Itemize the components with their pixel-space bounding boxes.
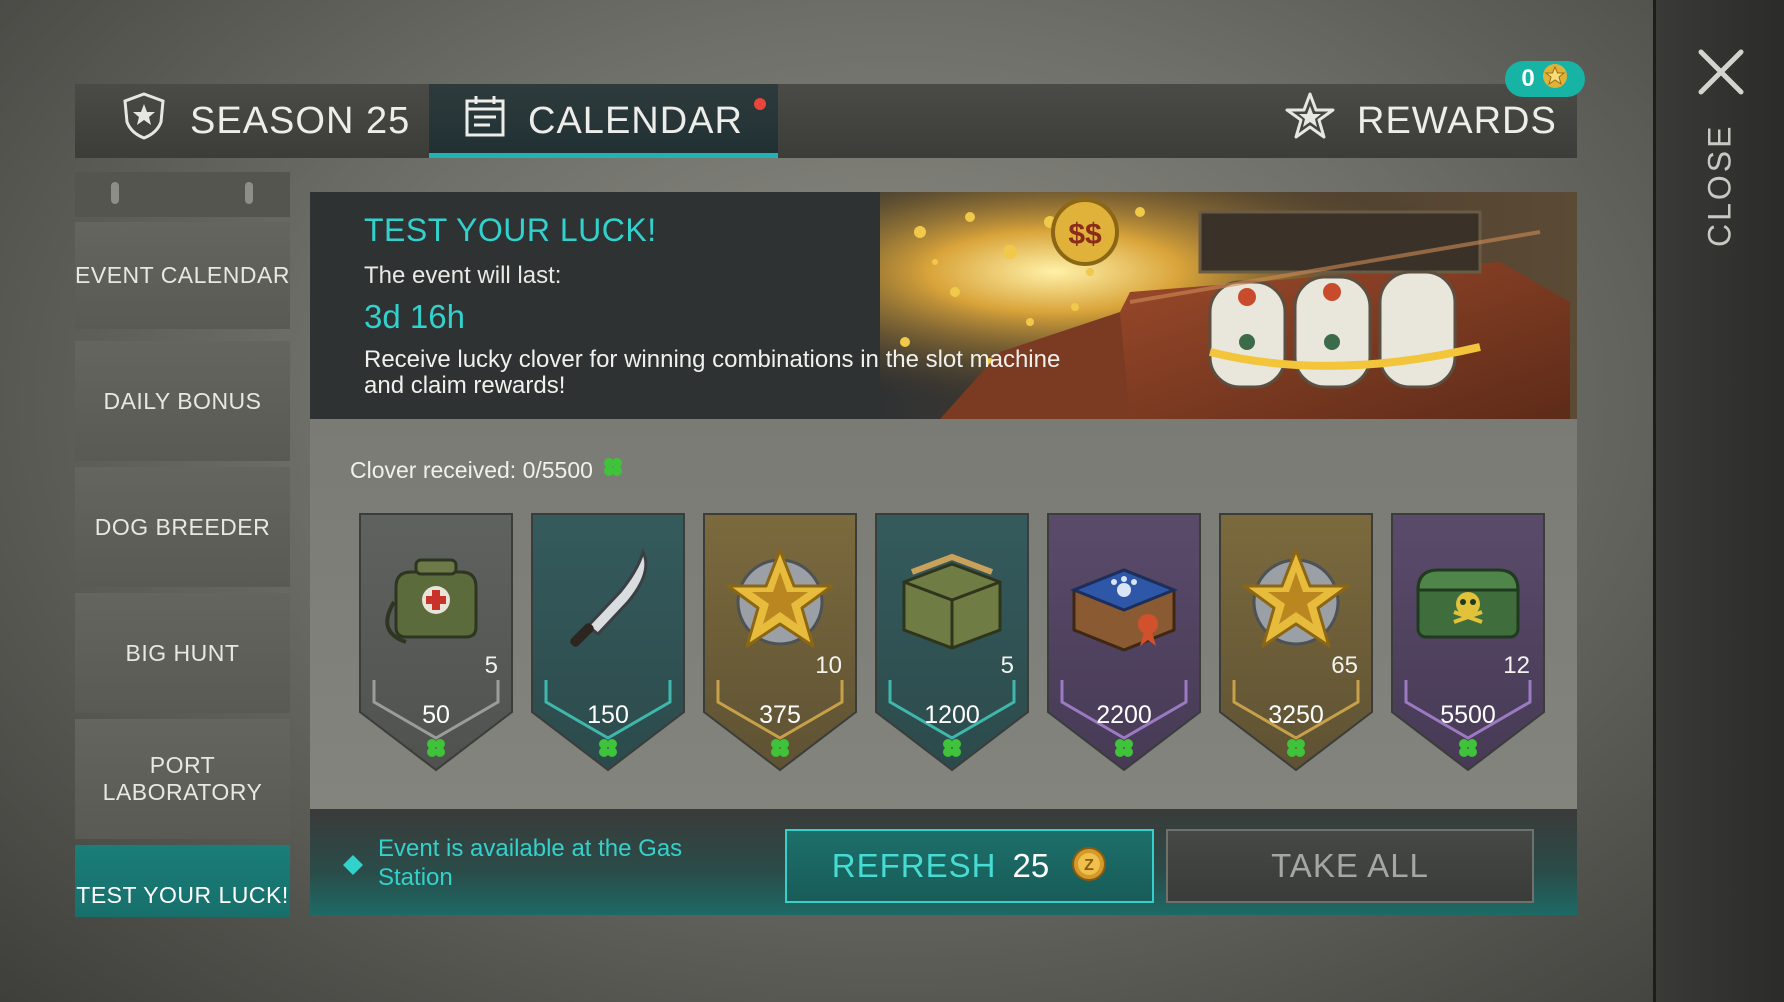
- bottom-action-bar: Event is available at the Gas Station RE…: [310, 809, 1577, 915]
- clover-icon: [940, 736, 964, 765]
- diamond-bullet-icon: [342, 854, 364, 881]
- clover-icon: [768, 736, 792, 765]
- sidebar-item-label: EVENT CALENDAR: [75, 262, 290, 288]
- milestone-track: 5 50 150 10 375 5 1200 2200 65 3250 12 5500: [358, 512, 1545, 772]
- event-description: Receive lucky clover for winning combina…: [364, 346, 1061, 399]
- tab-calendar-label: CALENDAR: [528, 99, 743, 142]
- star-coin-icon: [1541, 62, 1569, 97]
- sidebar-item-label: BIG HUNT: [125, 639, 240, 666]
- milestone-card[interactable]: 10 375: [702, 512, 858, 772]
- milestone-quantity: 65: [1331, 652, 1358, 679]
- active-tab-underline: [429, 153, 778, 158]
- refresh-button[interactable]: REFRESH 25 Z: [785, 829, 1154, 903]
- rewards-badge-count: 0: [1521, 65, 1535, 92]
- refresh-cost: 25: [1012, 847, 1050, 884]
- milestone-card[interactable]: 2200: [1046, 512, 1202, 772]
- milestone-quantity: 12: [1503, 652, 1530, 679]
- milestone-quantity: 5: [484, 652, 498, 679]
- sidebar-item-test-your-luck[interactable]: TEST YOUR LUCK!: [75, 845, 290, 917]
- milestone-card[interactable]: 12 5500: [1390, 512, 1546, 772]
- scroll-peg-left: [111, 182, 119, 204]
- availability-text: Event is available at the Gas Station: [378, 835, 683, 891]
- milestone-card[interactable]: 150: [530, 512, 686, 772]
- milestone-threshold: 1200: [924, 701, 980, 729]
- sidebar-item-label: DOG BREEDER: [94, 513, 271, 540]
- notification-dot: [754, 98, 766, 110]
- tab-calendar[interactable]: CALENDAR: [429, 84, 778, 158]
- sidebar-item-port-laboratory[interactable]: PORT LABORATORY: [75, 719, 290, 839]
- sidebar-item-dog-breeder[interactable]: DOG BREEDER: [75, 467, 290, 587]
- tab-season[interactable]: SEASON 25: [120, 84, 410, 158]
- sidebar-scroll-indicator: [75, 172, 290, 217]
- event-title: TEST YOUR LUCK!: [364, 212, 657, 248]
- milestone-quantity: 5: [1000, 652, 1014, 679]
- take-all-button[interactable]: TAKE ALL: [1166, 829, 1534, 903]
- svg-text:$$: $$: [1068, 218, 1102, 251]
- wooden-crate-icon: [892, 542, 1012, 662]
- clover-icon: [1112, 736, 1136, 765]
- season-shield-icon: [120, 91, 190, 151]
- clover-icon: [601, 455, 625, 485]
- availability-note: Event is available at the Gas Station: [342, 834, 698, 892]
- calendar-icon: [464, 94, 528, 148]
- refresh-label: REFRESH: [831, 847, 997, 884]
- sidebar-item-label: PORT LABORATORY: [102, 752, 263, 805]
- svg-text:Z: Z: [1084, 857, 1094, 874]
- milestone-threshold: 50: [422, 701, 450, 729]
- machete-icon: [548, 542, 668, 662]
- sidebar-item-event-calendar[interactable]: EVENT CALENDAR: [75, 222, 290, 329]
- sidebar-item-label: TEST YOUR LUCK!: [76, 882, 289, 908]
- milestone-threshold: 3250: [1268, 701, 1324, 729]
- rewards-panel: Clover received: 0/5500 5 50 150 10 375 5 1200…: [310, 419, 1577, 809]
- milestone-threshold: 375: [759, 701, 801, 729]
- clover-icon: [1456, 736, 1480, 765]
- milestone-threshold: 150: [587, 701, 629, 729]
- gold-coin-icon: Z: [1071, 846, 1107, 887]
- tab-rewards-label: REWARDS: [1357, 99, 1557, 142]
- clover-icon: [596, 736, 620, 765]
- gold-star-token-icon: [1236, 542, 1356, 662]
- milestone-card[interactable]: 5 50: [358, 512, 514, 772]
- milestone-card[interactable]: 5 1200: [874, 512, 1030, 772]
- gold-star-token-icon: [720, 542, 840, 662]
- event-timer: 3d 16h: [364, 298, 465, 335]
- top-tab-bar: SEASON 25 CALENDAR REWARDS: [75, 84, 1577, 158]
- sidebar-item-daily-bonus[interactable]: DAILY BONUS: [75, 341, 290, 461]
- milestone-threshold: 2200: [1096, 701, 1152, 729]
- medkit-bag-icon: [376, 542, 496, 662]
- event-banner: $$ TEST YOUR LUCK! The event will last: …: [310, 192, 1577, 419]
- rewards-badge: 0: [1505, 61, 1585, 97]
- scroll-peg-right: [245, 182, 253, 204]
- toxic-chest-icon: [1408, 542, 1528, 662]
- clover-progress: Clover received: 0/5500: [350, 455, 625, 485]
- rewards-star-icon: [1285, 91, 1357, 151]
- close-button-label[interactable]: CLOSE: [1700, 123, 1740, 246]
- milestone-threshold: 5500: [1440, 701, 1496, 729]
- dog-crate-icon: [1064, 542, 1184, 662]
- event-duration-label: The event will last:: [364, 262, 562, 289]
- sidebar-item-label: DAILY BONUS: [103, 387, 262, 414]
- milestone-quantity: 10: [815, 652, 842, 679]
- tab-season-label: SEASON 25: [190, 99, 411, 142]
- sidebar-item-big-hunt[interactable]: BIG HUNT: [75, 593, 290, 713]
- close-icon[interactable]: [1695, 46, 1747, 98]
- take-all-label: TAKE ALL: [1271, 847, 1429, 884]
- clover-icon: [424, 736, 448, 765]
- clover-icon: [1284, 736, 1308, 765]
- milestone-card[interactable]: 65 3250: [1218, 512, 1374, 772]
- clover-progress-label: Clover received: 0/5500: [350, 456, 593, 483]
